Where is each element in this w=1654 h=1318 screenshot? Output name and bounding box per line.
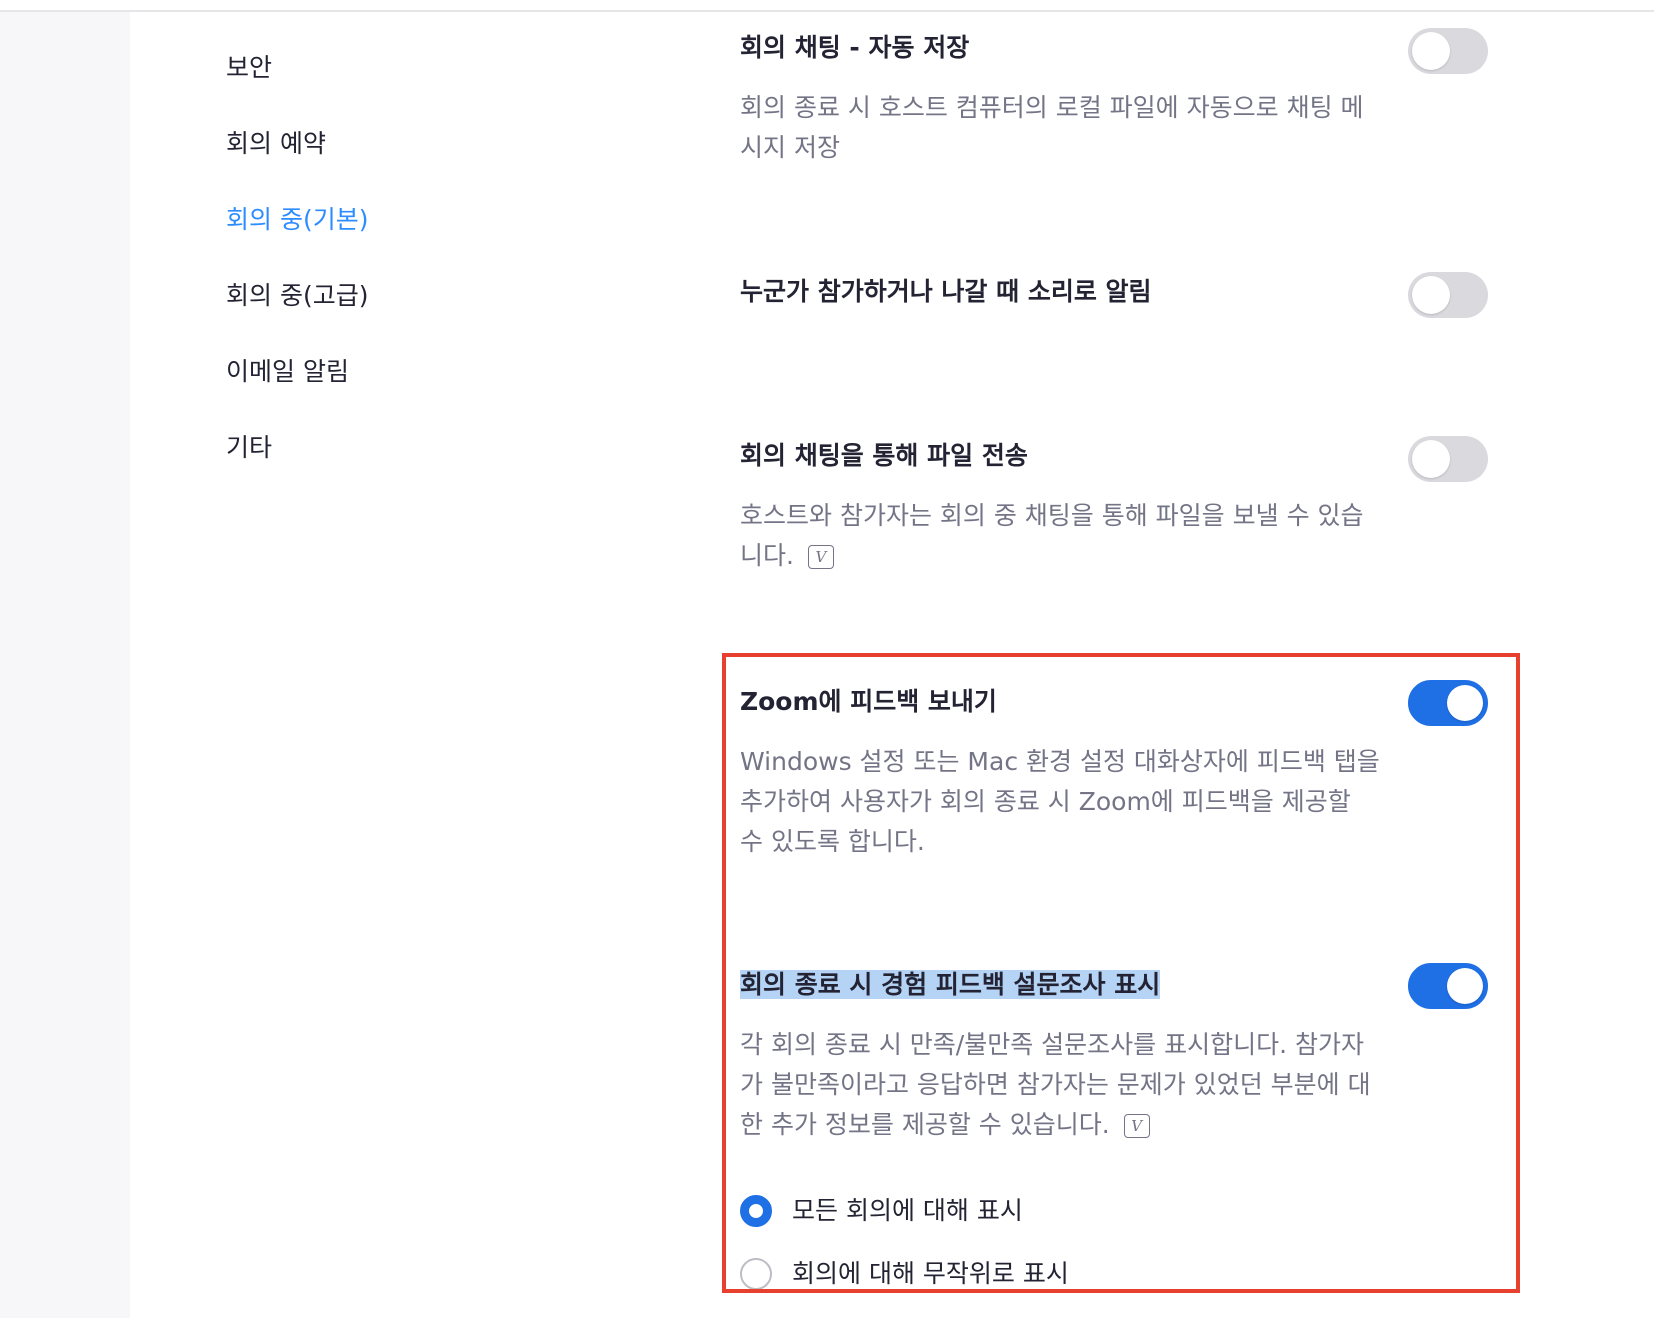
- setting-title: 회의 채팅 - 자동 저장: [740, 33, 970, 62]
- settings-sidebar: 보안 회의 예약 회의 중(기본) 회의 중(고급) 이메일 알림 기타: [226, 50, 606, 506]
- setting-description: 각 회의 종료 시 만족/불만족 설문조사를 표시합니다. 참가자가 불만족이라…: [740, 1025, 1380, 1145]
- setting-title-wrapper: 회의 종료 시 경험 피드백 설문조사 표시: [740, 967, 1380, 1003]
- sidebar-item-in-meeting-advanced[interactable]: 회의 중(고급): [226, 278, 606, 354]
- sidebar-item-security[interactable]: 보안: [226, 50, 606, 126]
- setting-title: 누군가 참가하거나 나갈 때 소리로 알림: [740, 277, 1152, 306]
- radio-button[interactable]: [740, 1195, 772, 1227]
- radio-label: 회의에 대해 무작위로 표시: [792, 1259, 1069, 1288]
- setting-end-of-meeting-survey: 회의 종료 시 경험 피드백 설문조사 표시 각 회의 종료 시 만족/불만족 …: [740, 967, 1380, 1145]
- toggle-knob: [1412, 32, 1450, 70]
- toggle-knob: [1412, 440, 1450, 478]
- sidebar-item-other[interactable]: 기타: [226, 430, 606, 506]
- radio-option-all-meetings[interactable]: 모든 회의에 대해 표시: [740, 1191, 1023, 1231]
- info-icon[interactable]: V: [1123, 1114, 1150, 1138]
- setting-title: 회의 채팅을 통해 파일 전송: [740, 441, 1028, 470]
- top-border: [0, 0, 1654, 12]
- radio-option-random-meetings[interactable]: 회의에 대해 무작위로 표시: [740, 1254, 1069, 1294]
- end-of-meeting-survey-toggle[interactable]: [1408, 963, 1488, 1009]
- toggle-knob: [1447, 968, 1483, 1004]
- setting-join-leave-sound: 누군가 참가하거나 나갈 때 소리로 알림: [740, 274, 1380, 310]
- setting-auto-save-chat: 회의 채팅 - 자동 저장 회의 종료 시 호스트 컴퓨터의 로컬 파일에 자동…: [740, 30, 1380, 168]
- left-rail: [0, 12, 130, 1318]
- setting-title: Zoom에 피드백 보내기: [740, 687, 997, 716]
- toggle-knob: [1412, 276, 1450, 314]
- radio-label: 모든 회의에 대해 표시: [792, 1196, 1023, 1225]
- join-leave-sound-toggle[interactable]: [1408, 272, 1488, 318]
- description-text: 각 회의 종료 시 만족/불만족 설문조사를 표시합니다. 참가자가 불만족이라…: [740, 1030, 1371, 1139]
- radio-button[interactable]: [740, 1258, 772, 1290]
- info-icon[interactable]: V: [807, 545, 834, 569]
- setting-description: 호스트와 참가자는 회의 중 채팅을 통해 파일을 보낼 수 있습니다. V: [740, 496, 1380, 576]
- setting-description: 회의 종료 시 호스트 컴퓨터의 로컬 파일에 자동으로 채팅 메시지 저장: [740, 93, 1364, 162]
- setting-file-transfer: 회의 채팅을 통해 파일 전송 호스트와 참가자는 회의 중 채팅을 통해 파일…: [740, 438, 1380, 576]
- toggle-knob: [1447, 685, 1483, 721]
- sidebar-item-schedule-meeting[interactable]: 회의 예약: [226, 126, 606, 202]
- sidebar-item-email-notification[interactable]: 이메일 알림: [226, 354, 606, 430]
- file-transfer-toggle[interactable]: [1408, 436, 1488, 482]
- setting-description: Windows 설정 또는 Mac 환경 설정 대화상자에 피드백 탭을 추가하…: [740, 747, 1380, 856]
- auto-save-chat-toggle[interactable]: [1408, 28, 1488, 74]
- sidebar-item-in-meeting-basic[interactable]: 회의 중(기본): [226, 202, 606, 278]
- setting-title: 회의 종료 시 경험 피드백 설문조사 표시: [740, 970, 1161, 999]
- zoom-feedback-toggle[interactable]: [1408, 680, 1488, 726]
- setting-zoom-feedback: Zoom에 피드백 보내기 Windows 설정 또는 Mac 환경 설정 대화…: [740, 684, 1380, 862]
